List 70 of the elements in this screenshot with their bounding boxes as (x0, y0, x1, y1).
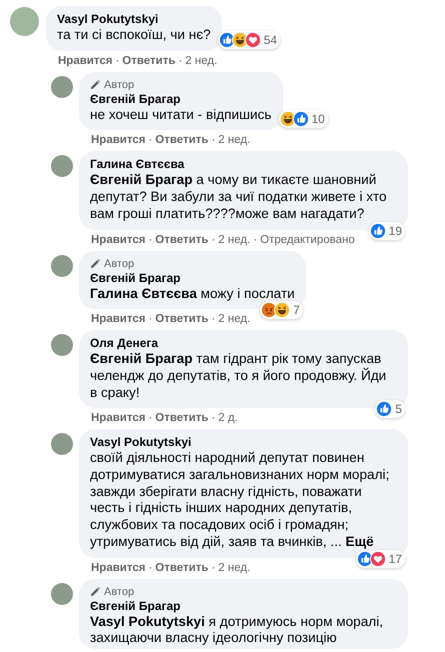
author-label: Автор (104, 258, 134, 270)
separator-dot: · (115, 54, 120, 68)
timestamp[interactable]: 2 д. (218, 411, 238, 426)
separator-dot: · (211, 312, 216, 326)
reply-link[interactable]: Ответить (122, 54, 176, 68)
pencil-icon (90, 80, 100, 90)
pencil-icon (90, 258, 100, 269)
thumbs-up-icon (376, 401, 392, 418)
avatar-placeholder[interactable] (51, 433, 73, 456)
separator-dot: · (211, 411, 216, 426)
thumbs-up-icon (292, 111, 308, 128)
reaction-summary[interactable]: 10 (278, 110, 328, 128)
like-link[interactable]: Нравится (91, 411, 146, 426)
separator-dot: · (178, 54, 182, 68)
timestamp[interactable]: 2 нед. (218, 133, 250, 148)
avatar-placeholder[interactable] (51, 582, 73, 605)
laughing-face-icon (274, 302, 290, 318)
like-link[interactable]: Нравится (91, 312, 146, 326)
separator-dot: · (211, 560, 216, 575)
comment-text: Євгеній Брагар там гідрант рік тому запускав челендж до депутатів, то я його продовжу. Йди в сраку! (90, 351, 388, 402)
comment-text: Галина Євтєєва можу і послати (90, 286, 295, 302)
pencil-icon (90, 586, 100, 597)
like-link[interactable]: Нравится (91, 133, 146, 148)
reply-link[interactable]: Ответить (155, 560, 208, 575)
separator-dot: · (148, 133, 152, 148)
commenter-name[interactable]: Vasyl Pokutytskyi (90, 435, 192, 450)
like-link[interactable]: Нравится (91, 560, 146, 575)
like-link[interactable]: Нравится (58, 54, 112, 68)
comment-text: та ти сі вспокоїш, чи нє? (57, 27, 211, 44)
comment-text: Vasyl Pokutytskyi я дотримуюсь норм моралі, захищаючи власну ідеологічну позицію (90, 614, 384, 647)
timestamp[interactable]: 2 нед. (218, 232, 250, 247)
separator-dot: · (211, 133, 216, 148)
separator-dot: · (253, 232, 258, 247)
separator-dot: · (148, 560, 152, 575)
reaction-summary[interactable]: 54 (218, 30, 280, 49)
author-label: Автор (104, 78, 134, 91)
reply-link[interactable]: Ответить (155, 232, 208, 247)
avatar-placeholder[interactable] (51, 155, 73, 178)
thumbs-up-icon (370, 222, 386, 239)
avatar-placeholder[interactable] (51, 254, 73, 277)
separator-dot: · (148, 411, 152, 426)
avatar-placeholder[interactable] (10, 7, 39, 36)
reaction-summary[interactable]: 19 (368, 222, 405, 240)
commenter-name[interactable]: Vasyl Pokutytskyi (57, 12, 158, 27)
timestamp[interactable]: 2 нед. (185, 54, 218, 68)
like-link[interactable]: Нравится (91, 232, 146, 247)
reply-link[interactable]: Ответить (155, 133, 208, 148)
reply-link[interactable]: Ответить (155, 312, 208, 326)
commenter-name[interactable]: Оля Денега (90, 336, 158, 352)
author-label: Автор (104, 586, 134, 598)
reaction-summary[interactable]: 17 (356, 550, 405, 568)
commenter-name[interactable]: Галина Євтєєва (90, 157, 184, 172)
separator-dot: · (148, 312, 152, 326)
reaction-summary[interactable]: 7 (260, 301, 303, 320)
comment-text: Євгеній Брагар а чому ви тикаєте шановний депутат? Ви забули за чиї податки живете і хто вам гроші платить????може вам нагадати? (90, 172, 388, 223)
edited-label: Отредактировано (260, 232, 355, 247)
separator-dot: · (148, 232, 152, 247)
laughing-face-icon (280, 111, 296, 128)
timestamp[interactable]: 2 нед. (218, 560, 250, 575)
commenter-name[interactable]: Євгеній Брагар (90, 92, 181, 107)
comment-text: своїй діяльності народний депутат повинен дотримуватися загальновизнаних норм моралі; завжди зберігати власну гідність, поважати честь і гідність інших народних депутатів, службових та посадових осіб і громадян; утримуватись від дій, заяв та вчинків, ... Ещё (90, 450, 390, 551)
reaction-summary[interactable]: 5 (375, 400, 405, 418)
separator-dot: · (211, 232, 216, 247)
commenter-name[interactable]: Євгеній Брагар (90, 270, 181, 286)
reply-link[interactable]: Ответить (155, 411, 208, 426)
commenter-name[interactable]: Євгеній Брагар (90, 598, 181, 614)
timestamp[interactable]: 2 нед. (218, 312, 250, 326)
avatar-placeholder[interactable] (51, 334, 73, 356)
comment-text: не хочеш читати - відпишись (90, 106, 272, 124)
avatar-placeholder[interactable] (51, 76, 73, 98)
